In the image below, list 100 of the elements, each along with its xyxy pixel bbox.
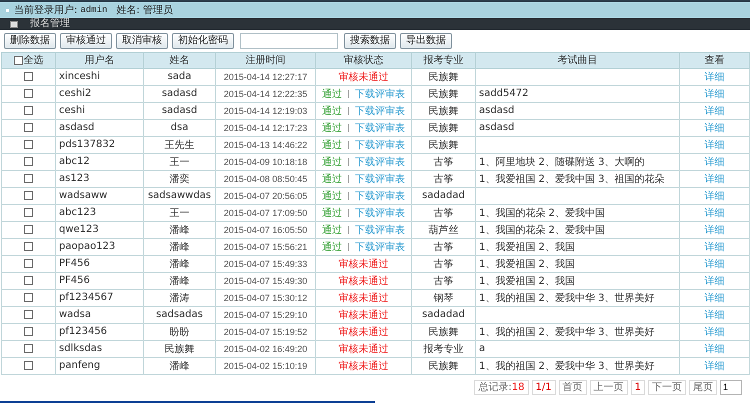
row-checkbox[interactable] bbox=[24, 276, 33, 285]
row-checkbox[interactable] bbox=[24, 224, 33, 234]
detail-link[interactable]: 详细 bbox=[704, 174, 724, 184]
row-checkbox[interactable] bbox=[24, 326, 33, 336]
row-checkbox[interactable] bbox=[24, 140, 33, 149]
user-name: admin bbox=[80, 5, 108, 15]
menu-icon bbox=[10, 20, 18, 28]
toolbar-button[interactable]: 初始化密码 bbox=[172, 33, 234, 49]
table-cell: 2015-04-07 17:09:50 bbox=[216, 204, 316, 221]
next-page-button[interactable]: 下一页 bbox=[648, 380, 686, 394]
detail-link[interactable]: 详细 bbox=[704, 326, 724, 338]
detail-link[interactable]: 详细 bbox=[704, 258, 724, 270]
status-text: 通过 bbox=[322, 174, 342, 184]
status-text: 审核未通过 bbox=[338, 276, 388, 286]
detail-link[interactable]: 详细 bbox=[704, 292, 724, 304]
download-link[interactable]: 下载评审表 bbox=[355, 208, 406, 218]
toolbar-button[interactable]: 删除数据 bbox=[4, 33, 56, 49]
detail-link[interactable]: 详细 bbox=[704, 140, 724, 150]
toolbar-button[interactable]: 取消审核 bbox=[116, 33, 168, 49]
download-link[interactable]: 下载评审表 bbox=[355, 122, 406, 134]
table-cell: 1、我的祖国 2、爱我中华 3、世界美好 bbox=[476, 323, 680, 340]
detail-link[interactable]: 详细 bbox=[704, 156, 724, 168]
detail-link[interactable]: 详细 bbox=[704, 344, 724, 354]
table-cell: sadsawwdas bbox=[144, 187, 216, 204]
table-cell: 2015-04-14 12:17:23 bbox=[216, 119, 316, 136]
search-field[interactable] bbox=[240, 33, 338, 49]
first-page-button[interactable]: 首页 bbox=[558, 380, 587, 394]
table-cell: 报考专业 bbox=[412, 340, 476, 357]
detail-link[interactable]: 详细 bbox=[704, 88, 724, 100]
table-cell: 王先生 bbox=[144, 136, 216, 153]
row-checkbox[interactable] bbox=[24, 310, 33, 319]
column-header: 用户名 bbox=[56, 52, 144, 68]
table-cell: abc12 bbox=[56, 153, 144, 170]
table-cell: 2015-04-09 10:18:18 bbox=[216, 153, 316, 170]
table-cell: asdasd bbox=[476, 102, 680, 119]
detail-link[interactable]: 详细 bbox=[704, 106, 724, 116]
table-cell: pds137832 bbox=[56, 136, 144, 153]
table-cell: sdlksdas bbox=[56, 340, 144, 357]
table-cell: panfeng bbox=[56, 357, 144, 374]
page-input[interactable]: 1 bbox=[720, 380, 742, 394]
download-link[interactable]: 下载评审表 bbox=[355, 88, 406, 100]
download-link[interactable]: 下载评审表 bbox=[355, 140, 406, 150]
row-checkbox[interactable] bbox=[24, 72, 33, 81]
table-cell: 潘峰 bbox=[144, 357, 216, 374]
download-link[interactable]: 下载评审表 bbox=[355, 156, 406, 168]
detail-link[interactable]: 详细 bbox=[704, 360, 724, 372]
download-link[interactable]: 下载评审表 bbox=[355, 106, 406, 116]
detail-link[interactable]: 详细 bbox=[704, 72, 724, 82]
table-cell: pf123456 bbox=[56, 323, 144, 340]
detail-link[interactable]: 详细 bbox=[704, 242, 724, 252]
row-checkbox[interactable] bbox=[24, 156, 33, 166]
row-checkbox[interactable] bbox=[24, 106, 33, 115]
table-cell: 葫芦丝 bbox=[412, 221, 476, 238]
prev-page-button[interactable]: 上一页 bbox=[590, 380, 628, 394]
row-checkbox[interactable] bbox=[24, 344, 33, 353]
toolbar-button[interactable]: 导出数据 bbox=[400, 33, 452, 49]
table-cell: 古筝 bbox=[412, 272, 476, 289]
table-cell: 潘峰 bbox=[144, 272, 216, 289]
table-cell: 古筝 bbox=[412, 204, 476, 221]
row-checkbox[interactable] bbox=[24, 190, 33, 200]
table-cell: paopao123 bbox=[56, 238, 144, 255]
table-cell: 2015-04-14 12:19:03 bbox=[216, 102, 316, 119]
select-all-label: 全选 bbox=[24, 54, 44, 67]
toolbar-button[interactable]: 搜索数据 bbox=[344, 33, 396, 49]
table-cell: abc123 bbox=[56, 204, 144, 221]
detail-link[interactable]: 详细 bbox=[704, 224, 724, 236]
table-cell: 2015-04-08 08:50:45 bbox=[216, 170, 316, 187]
status-text: 通过 bbox=[322, 208, 342, 218]
last-page-button[interactable]: 尾页 bbox=[689, 380, 717, 394]
detail-link[interactable]: 详细 bbox=[704, 310, 724, 320]
download-link[interactable]: 下载评审表 bbox=[355, 174, 406, 184]
detail-link[interactable]: 详细 bbox=[704, 276, 724, 286]
table-cell: 2015-04-02 15:10:19 bbox=[216, 357, 316, 374]
row-checkbox[interactable] bbox=[24, 258, 33, 268]
table-cell: sadsadas bbox=[144, 306, 216, 323]
detail-link[interactable]: 详细 bbox=[704, 208, 724, 218]
download-link[interactable]: 下载评审表 bbox=[355, 190, 406, 202]
row-checkbox[interactable] bbox=[24, 292, 33, 302]
row-checkbox[interactable] bbox=[24, 360, 33, 370]
select-all-checkbox[interactable] bbox=[14, 56, 22, 64]
table-cell: 潘峰 bbox=[144, 255, 216, 272]
table-cell: ceshi2 bbox=[56, 85, 144, 102]
detail-link[interactable]: 详细 bbox=[704, 190, 724, 202]
row-checkbox[interactable] bbox=[24, 88, 33, 98]
row-checkbox[interactable] bbox=[24, 174, 33, 183]
table-cell: sada bbox=[144, 68, 216, 85]
detail-link[interactable]: 详细 bbox=[704, 122, 724, 134]
row-checkbox[interactable] bbox=[24, 122, 33, 132]
nav-item[interactable]: 报名管理 bbox=[30, 18, 70, 30]
table-cell: 民族舞 bbox=[412, 119, 476, 136]
total-label: 总记录: bbox=[478, 382, 512, 392]
download-link[interactable]: 下载评审表 bbox=[355, 242, 406, 252]
status-text: 审核未通过 bbox=[338, 344, 388, 354]
bullet-icon bbox=[6, 8, 9, 12]
download-link[interactable]: 下载评审表 bbox=[355, 224, 406, 236]
table-cell: 2015-04-07 16:05:50 bbox=[216, 221, 316, 238]
toolbar-button[interactable]: 审核通过 bbox=[60, 33, 112, 49]
row-checkbox[interactable] bbox=[24, 208, 33, 217]
row-checkbox[interactable] bbox=[24, 242, 33, 251]
table-cell: sadadad bbox=[412, 187, 476, 204]
